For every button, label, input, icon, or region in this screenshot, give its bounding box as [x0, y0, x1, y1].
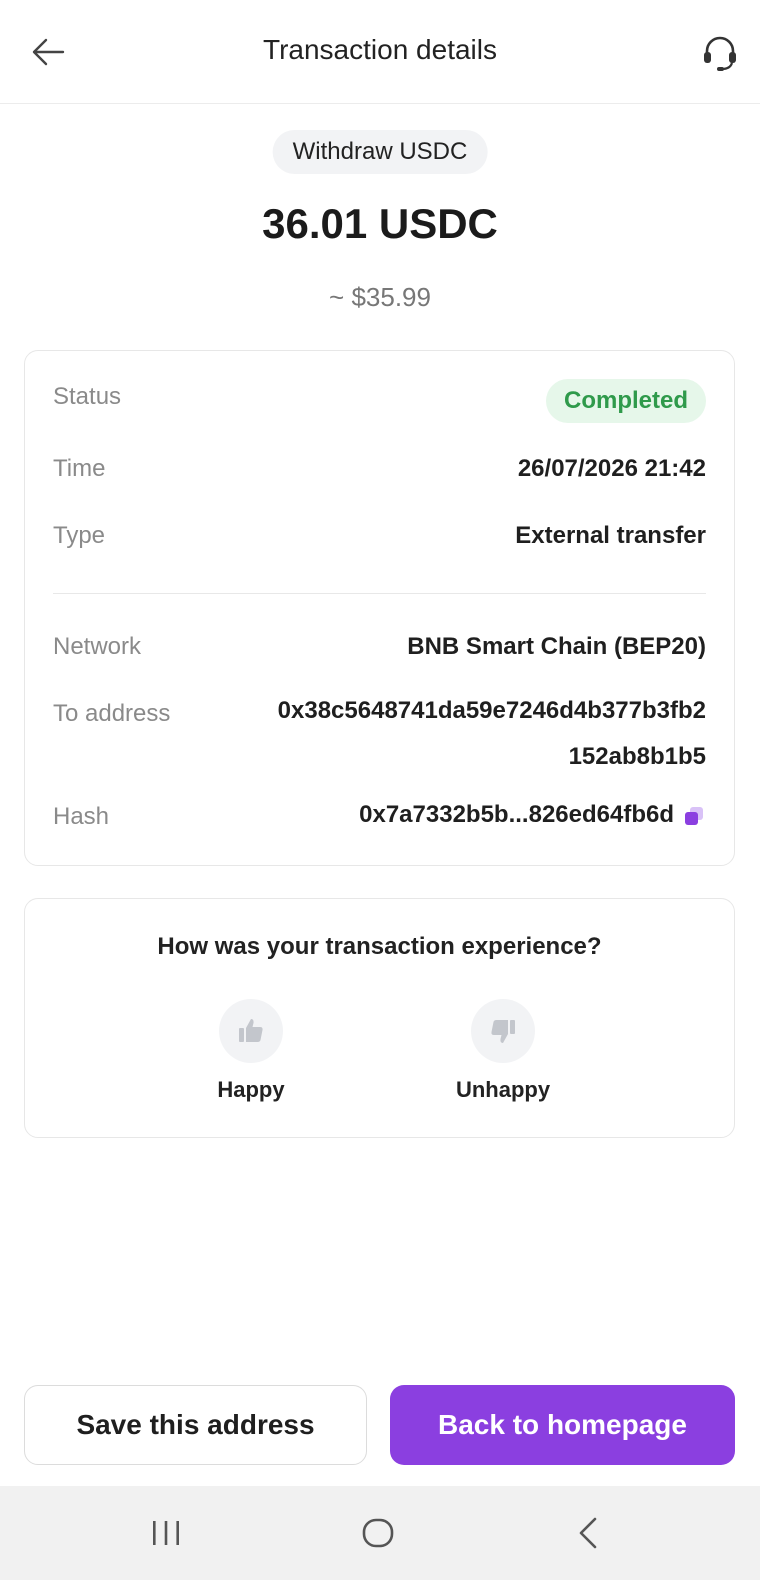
- status-badge: Completed: [545, 379, 706, 423]
- home-nav-button[interactable]: [348, 1510, 408, 1556]
- feedback-question: How was your transaction experience?: [157, 933, 602, 960]
- happy-icon-circle: [219, 999, 283, 1063]
- address-line-1: 0x38c5648741da59e7246d4b377b3fb2: [277, 697, 706, 724]
- copy-icon[interactable]: [682, 804, 706, 828]
- time-value: 26/07/2026 21:42: [517, 455, 706, 482]
- system-navigation-bar: [0, 1486, 760, 1580]
- type-label: Type: [53, 522, 106, 549]
- happy-label: Happy: [217, 1077, 285, 1102]
- home-circle-icon: [362, 1518, 394, 1548]
- back-nav-button[interactable]: [558, 1510, 618, 1556]
- unhappy-icon-circle: [471, 999, 535, 1063]
- transaction-amount: 36.01 USDC: [262, 200, 498, 247]
- app-header: Transaction details: [0, 0, 760, 104]
- back-to-homepage-button[interactable]: Back to homepage: [390, 1385, 735, 1465]
- fiat-equivalent: ~ $35.99: [329, 282, 431, 312]
- network-value: BNB Smart Chain (BEP20): [407, 633, 706, 660]
- hash-value: 0x7a7332b5b...826ed64fb6d: [359, 801, 674, 828]
- section-divider: [53, 593, 706, 594]
- unhappy-button[interactable]: Unhappy: [443, 999, 563, 1103]
- address-line-2: 152ab8b1b5: [568, 743, 706, 770]
- page-title: Transaction details: [263, 34, 497, 65]
- unhappy-label: Unhappy: [455, 1077, 551, 1102]
- hash-row: 0x7a7332b5b...826ed64fb6d: [359, 801, 706, 829]
- type-value: External transfer: [515, 522, 706, 549]
- address-value[interactable]: 0x38c5648741da59e7246d4b377b3fb2 152ab8b…: [278, 688, 706, 780]
- transaction-details-card: Status Completed Time 26/07/2026 21:42 T…: [24, 350, 735, 866]
- network-label: Network: [53, 633, 142, 660]
- thumbs-up-icon: [239, 1019, 263, 1042]
- transaction-type-badge: Withdraw USDC: [272, 130, 488, 174]
- time-label: Time: [53, 455, 106, 482]
- status-label: Status: [53, 383, 122, 410]
- recent-apps-button[interactable]: [136, 1510, 196, 1556]
- headset-icon[interactable]: [700, 32, 740, 72]
- hash-label: Hash: [53, 803, 110, 830]
- feedback-card: How was your transaction experience? Hap…: [24, 898, 735, 1138]
- address-label: To address: [53, 700, 171, 727]
- happy-button[interactable]: Happy: [191, 999, 311, 1103]
- chevron-left-icon: [579, 1517, 597, 1549]
- recent-apps-icon: [153, 1521, 179, 1545]
- thumbs-down-icon: [491, 1020, 515, 1043]
- save-address-button[interactable]: Save this address: [24, 1385, 367, 1465]
